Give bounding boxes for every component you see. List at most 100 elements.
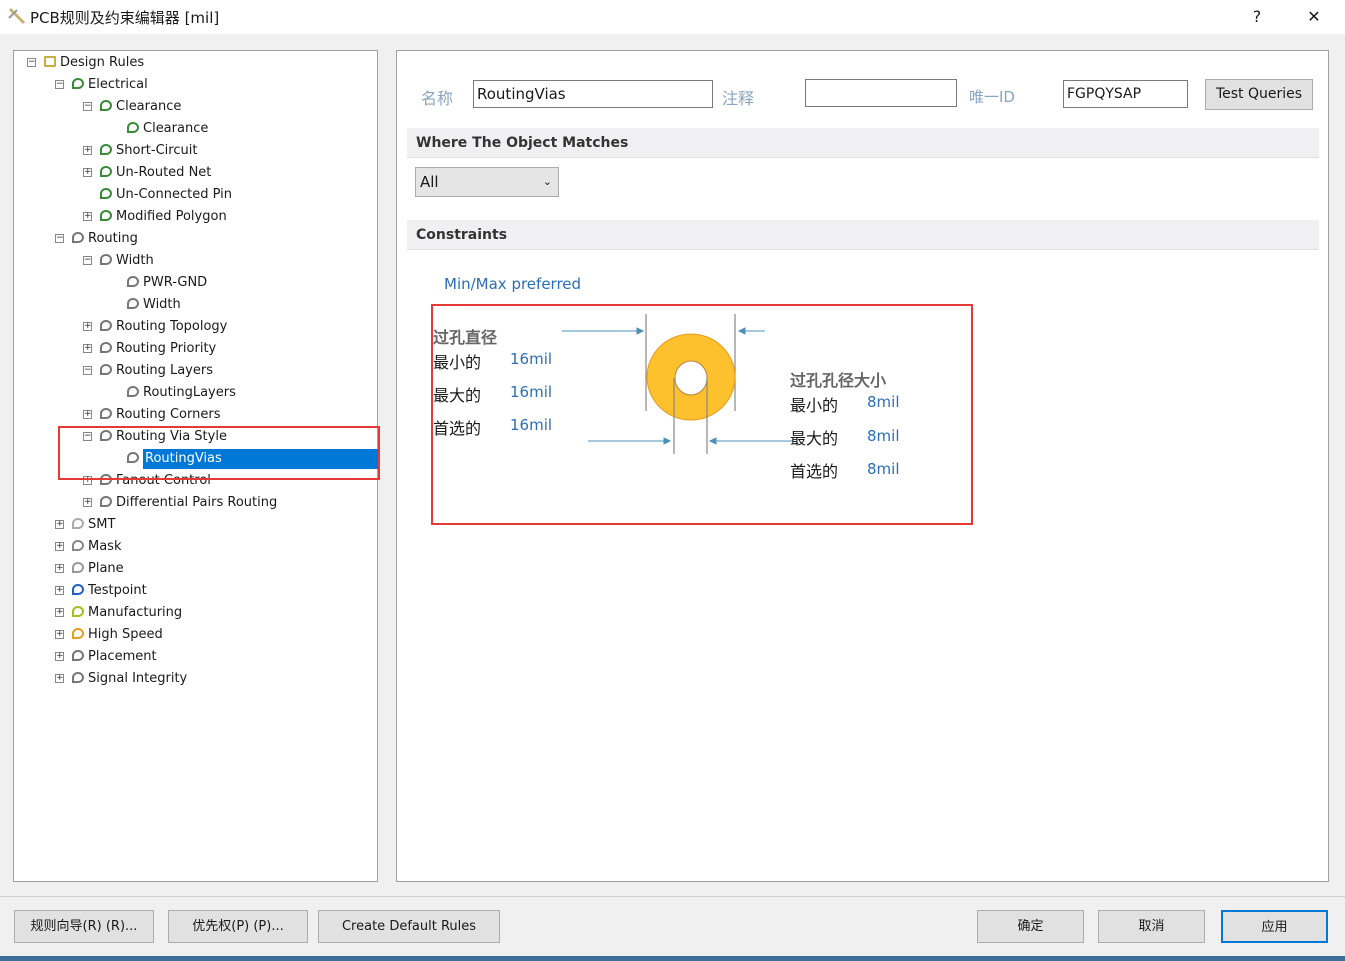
- collapse-icon[interactable]: −: [83, 256, 92, 265]
- expand-icon[interactable]: +: [83, 212, 92, 221]
- tree-item[interactable]: Width: [143, 295, 181, 315]
- routing-rule-icon: [100, 342, 112, 353]
- tree-item[interactable]: Signal Integrity: [88, 669, 187, 689]
- help-button[interactable]: ?: [1242, 4, 1272, 30]
- tree-item-label: RoutingVias: [143, 451, 224, 466]
- tree-item[interactable]: Routing Priority: [116, 339, 216, 359]
- collapse-icon[interactable]: −: [55, 80, 64, 89]
- collapse-icon[interactable]: −: [83, 432, 92, 441]
- tree-item[interactable]: Routing Via Style: [116, 427, 227, 447]
- tree-item[interactable]: RoutingVias: [143, 449, 378, 469]
- hole-pref-label: 首选的: [790, 462, 839, 481]
- manufacturing-icon: [72, 606, 84, 617]
- tree-item[interactable]: Differential Pairs Routing: [116, 493, 277, 513]
- expand-icon[interactable]: +: [55, 520, 64, 529]
- chevron-down-icon: ⌄: [542, 175, 552, 188]
- tree-item[interactable]: Fanout Control: [116, 471, 211, 491]
- expand-icon[interactable]: +: [83, 410, 92, 419]
- collapse-icon[interactable]: −: [55, 234, 64, 243]
- footer-divider: [0, 896, 1345, 897]
- tree-item[interactable]: Manufacturing: [88, 603, 182, 623]
- tree-item-label: Routing: [88, 231, 138, 246]
- constraint-mode: Min/Max preferred: [444, 275, 582, 293]
- ok-button[interactable]: 确定: [977, 910, 1084, 943]
- comment-input[interactable]: [805, 79, 957, 107]
- expand-icon[interactable]: +: [83, 146, 92, 155]
- collapse-icon[interactable]: −: [83, 102, 92, 111]
- cancel-button[interactable]: 取消: [1098, 910, 1205, 943]
- expand-icon[interactable]: +: [83, 344, 92, 353]
- expand-icon[interactable]: +: [55, 564, 64, 573]
- tree-item[interactable]: PWR-GND: [143, 273, 207, 293]
- tree-item[interactable]: Plane: [88, 559, 124, 579]
- tree-item[interactable]: Routing Corners: [116, 405, 220, 425]
- tree-item[interactable]: Electrical: [88, 75, 148, 95]
- tree-item[interactable]: Width: [116, 251, 154, 271]
- tree-item[interactable]: Clearance: [116, 97, 181, 117]
- hole-min-value[interactable]: 8mil: [867, 393, 900, 411]
- routing-rule-icon: [127, 452, 139, 463]
- unique-id-input[interactable]: FGPQYSAP: [1063, 80, 1188, 108]
- expand-icon[interactable]: +: [55, 608, 64, 617]
- apply-button[interactable]: 应用: [1221, 910, 1328, 943]
- plane-icon: [72, 562, 84, 573]
- diameter-min-value[interactable]: 16mil: [510, 350, 552, 368]
- tree-item[interactable]: Short-Circuit: [116, 141, 197, 161]
- diameter-max-value[interactable]: 16mil: [510, 383, 552, 401]
- tree-item[interactable]: High Speed: [88, 625, 163, 645]
- tree-item[interactable]: Design Rules: [60, 53, 144, 73]
- tree-item[interactable]: Testpoint: [88, 581, 147, 601]
- rule-wizard-button[interactable]: 规则向导(R) (R)...: [14, 910, 154, 943]
- create-default-rules-button[interactable]: Create Default Rules: [318, 910, 500, 943]
- tree-item[interactable]: SMT: [88, 515, 115, 535]
- electrical-rule-icon: [100, 188, 112, 199]
- collapse-icon[interactable]: −: [27, 58, 36, 67]
- collapse-icon[interactable]: −: [83, 366, 92, 375]
- electrical-rule-icon: [100, 210, 112, 221]
- expand-icon[interactable]: +: [55, 652, 64, 661]
- hole-max-value[interactable]: 8mil: [867, 427, 900, 445]
- rule-tree[interactable]: − Design Rules − Electrical − Clearance Cleara…: [13, 50, 378, 882]
- expand-icon[interactable]: +: [83, 476, 92, 485]
- expand-icon[interactable]: +: [83, 322, 92, 331]
- tree-item-label: Short-Circuit: [116, 143, 198, 158]
- diameter-pref-value[interactable]: 16mil: [510, 416, 552, 434]
- priorities-button[interactable]: 优先权(P) (P)...: [168, 910, 308, 943]
- expand-icon[interactable]: +: [83, 168, 92, 177]
- hole-pref-value[interactable]: 8mil: [867, 460, 900, 478]
- tree-item[interactable]: Routing: [88, 229, 138, 249]
- tree-item[interactable]: RoutingLayers: [143, 383, 236, 403]
- expand-icon[interactable]: +: [55, 674, 64, 683]
- name-input[interactable]: RoutingVias: [473, 80, 713, 108]
- tree-item-label: Mask: [88, 539, 122, 554]
- tree-item[interactable]: Mask: [88, 537, 121, 557]
- tree-item-label: Routing Layers: [116, 363, 213, 378]
- tree-item-label: Width: [143, 297, 181, 312]
- tree-item-label: Un-Routed Net: [116, 165, 212, 180]
- constraints-highlight-box: 过孔直径 最小的 16mil 最大的 16mil 首选的 16mil 过孔孔径大…: [431, 304, 973, 525]
- tree-item-label: Signal Integrity: [88, 671, 188, 686]
- test-queries-button[interactable]: Test Queries: [1205, 79, 1313, 110]
- expand-icon[interactable]: +: [55, 630, 64, 639]
- tree-item-label: Placement: [88, 649, 157, 664]
- tree-item-label: Un-Connected Pin: [116, 187, 232, 202]
- close-button[interactable]: ✕: [1299, 4, 1329, 30]
- unique-id-label: 唯一ID: [969, 88, 1015, 106]
- tree-item-label: Modified Polygon: [116, 209, 227, 224]
- tree-item[interactable]: Un-Connected Pin: [116, 185, 232, 205]
- tree-item[interactable]: Routing Layers: [116, 361, 213, 381]
- tree-item[interactable]: Clearance: [143, 119, 208, 139]
- tree-item[interactable]: Modified Polygon: [116, 207, 227, 227]
- expand-icon[interactable]: +: [83, 498, 92, 507]
- electrical-rule-icon: [100, 100, 112, 111]
- tree-item[interactable]: Placement: [88, 647, 157, 667]
- diameter-max-label: 最大的: [433, 386, 482, 405]
- electrical-rule-icon: [127, 122, 139, 133]
- mask-icon: [72, 540, 84, 551]
- tree-item[interactable]: Routing Topology: [116, 317, 227, 337]
- expand-icon[interactable]: +: [55, 542, 64, 551]
- tree-item[interactable]: Un-Routed Net: [116, 163, 211, 183]
- expand-icon[interactable]: +: [55, 586, 64, 595]
- electrical-rule-icon: [100, 166, 112, 177]
- where-select[interactable]: All ⌄: [415, 167, 559, 197]
